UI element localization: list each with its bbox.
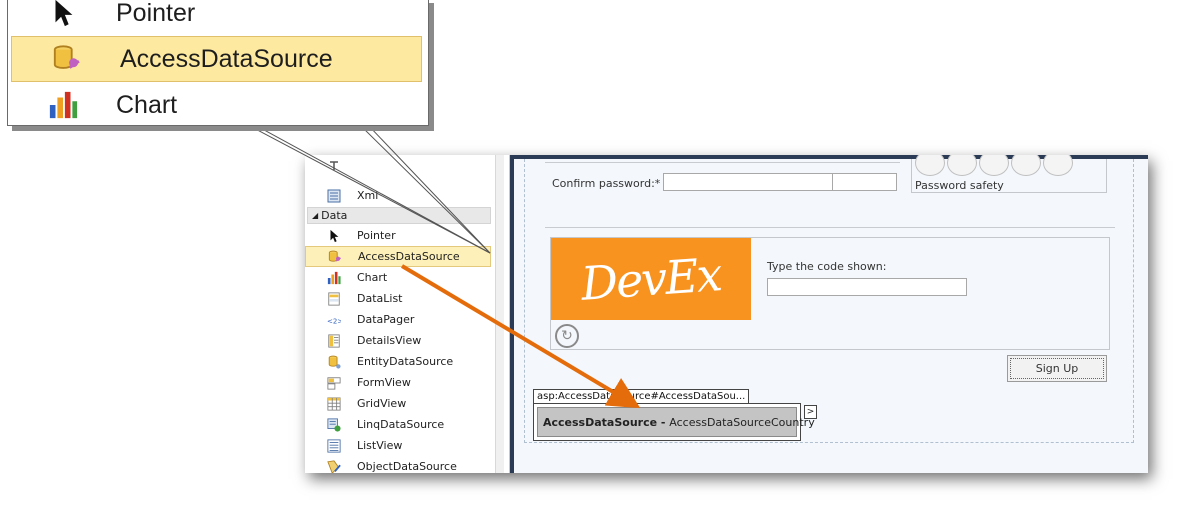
chart-icon — [326, 270, 342, 286]
toolbox-item-accessdatasource[interactable]: AccessDataSource — [305, 246, 491, 267]
toolbox-item-pointer[interactable]: Pointer — [305, 225, 491, 246]
toolbox-item-datapager[interactable]: <2> DataPager — [305, 309, 491, 330]
strength-star-icon — [1043, 155, 1073, 176]
toolbox-item-listview[interactable]: ListView — [305, 435, 491, 456]
password-strength-indicator — [915, 155, 1073, 176]
strength-star-icon — [1011, 155, 1041, 176]
strength-star-icon — [979, 155, 1009, 176]
access-data-source-icon — [327, 249, 343, 265]
datapager-icon: <2> — [326, 312, 342, 328]
callout-item-label: Chart — [116, 90, 178, 119]
datasource-id: AccessDataSourceCountry — [669, 415, 815, 429]
toolbox-item-label: DataPager — [357, 313, 415, 326]
toolbox-item-linqdatasource[interactable]: LinqDataSource — [305, 414, 491, 435]
callout-item-label: AccessDataSource — [120, 44, 333, 73]
listview-icon — [326, 438, 342, 454]
xml-icon — [326, 188, 342, 204]
linq-data-source-icon — [326, 417, 342, 433]
toolbox-item-label: GridView — [357, 397, 407, 410]
toolbox-item-label: DetailsView — [357, 334, 422, 347]
toolbox-item-objectdatasource[interactable]: ObjectDataSource — [305, 456, 491, 473]
access-datasource-control[interactable]: AccessDataSource - AccessDataSourceCount… — [533, 403, 815, 441]
toolbox-item-label: FormView — [357, 376, 411, 389]
callout-item-label: Pointer — [116, 0, 196, 27]
input-separator — [832, 173, 833, 191]
toolbox-item-detailsview[interactable]: DetailsView — [305, 330, 491, 351]
divider — [545, 227, 1115, 228]
toolbox-item-label: ObjectDataSource — [357, 460, 457, 473]
datasource-separator: - — [657, 415, 670, 429]
access-data-source-icon — [50, 42, 84, 76]
formview-icon — [326, 375, 342, 391]
strength-star-icon — [915, 155, 945, 176]
toolbox-group-data[interactable]: ◢ Data — [307, 207, 491, 224]
toolbox-item-label: EntityDataSource — [357, 355, 454, 368]
toolbox-item-datalist[interactable]: DataList — [305, 288, 491, 309]
toolbox-group-label: Data — [321, 209, 348, 222]
password-safety-label: Password safety — [915, 179, 1004, 192]
svg-text:<2>: <2> — [327, 317, 341, 325]
toolbox-panel: Xml ◢ Data Pointer AccessDataSource Chart D… — [305, 155, 495, 473]
callout-item-chart: Chart — [8, 82, 428, 125]
captcha-text: DevEx — [579, 247, 723, 311]
captcha-prompt: Type the code shown: — [767, 260, 887, 273]
entity-data-source-icon — [326, 354, 342, 370]
toolbox-item-partial[interactable] — [305, 155, 491, 176]
callout-item-pointer: Pointer — [8, 0, 428, 36]
strength-star-icon — [947, 155, 977, 176]
toolbox-item-label: AccessDataSource — [358, 250, 460, 263]
pointer-icon — [46, 0, 80, 30]
captcha-image: DevEx — [551, 238, 751, 320]
visual-studio-screenshot: Xml ◢ Data Pointer AccessDataSource Chart D… — [305, 155, 1148, 473]
chart-icon — [46, 88, 80, 122]
form-container: Password safety Confirm password:* DevEx… — [524, 155, 1134, 443]
toolbox-item-chart[interactable]: Chart — [305, 267, 491, 288]
toolbox-item-gridview[interactable]: GridView — [305, 393, 491, 414]
toolbox-item-formview[interactable]: FormView — [305, 372, 491, 393]
confirm-password-label: Confirm password:* — [552, 177, 661, 190]
pointer-icon — [326, 228, 342, 244]
toolbox-splitter[interactable] — [495, 155, 504, 473]
partial-icon — [326, 158, 342, 174]
captcha-input[interactable] — [767, 278, 967, 296]
datasource-type: AccessDataSource — [543, 415, 658, 429]
toolbox-item-label: Xml — [357, 189, 379, 202]
toolbox-item-xml[interactable]: Xml — [305, 185, 491, 206]
toolbox-item-label: LinqDataSource — [357, 418, 445, 431]
collapse-triangle-icon: ◢ — [312, 211, 319, 220]
toolbox-item-entitydatasource[interactable]: EntityDataSource — [305, 351, 491, 372]
detailsview-icon — [326, 333, 342, 349]
datasource-tag: asp:AccessDataSource#AccessDataSou... — [533, 389, 750, 403]
divider — [545, 162, 900, 163]
toolbox-item-label: Pointer — [357, 229, 396, 242]
captcha-panel: DevEx ↻ Type the code shown: — [550, 237, 1110, 350]
design-surface: Password safety Confirm password:* DevEx… — [510, 155, 1148, 473]
toolbox-item-label: Chart — [357, 271, 388, 284]
toolbox-item-label: DataList — [357, 292, 403, 305]
smart-tag-chevron-icon[interactable]: > — [804, 405, 817, 419]
sign-up-button[interactable]: Sign Up — [1007, 355, 1107, 382]
datasource-caption: AccessDataSource - AccessDataSourceCount… — [537, 407, 815, 437]
gridview-icon — [326, 396, 342, 412]
callout-item-accessdatasource: AccessDataSource — [11, 36, 422, 82]
zoom-callout: Pointer AccessDataSource Chart — [7, 0, 429, 126]
toolbox-item-label: ListView — [357, 439, 403, 452]
object-data-source-icon — [326, 459, 342, 473]
refresh-icon[interactable]: ↻ — [555, 324, 579, 348]
datalist-icon — [326, 291, 342, 307]
confirm-password-input[interactable] — [663, 173, 897, 191]
